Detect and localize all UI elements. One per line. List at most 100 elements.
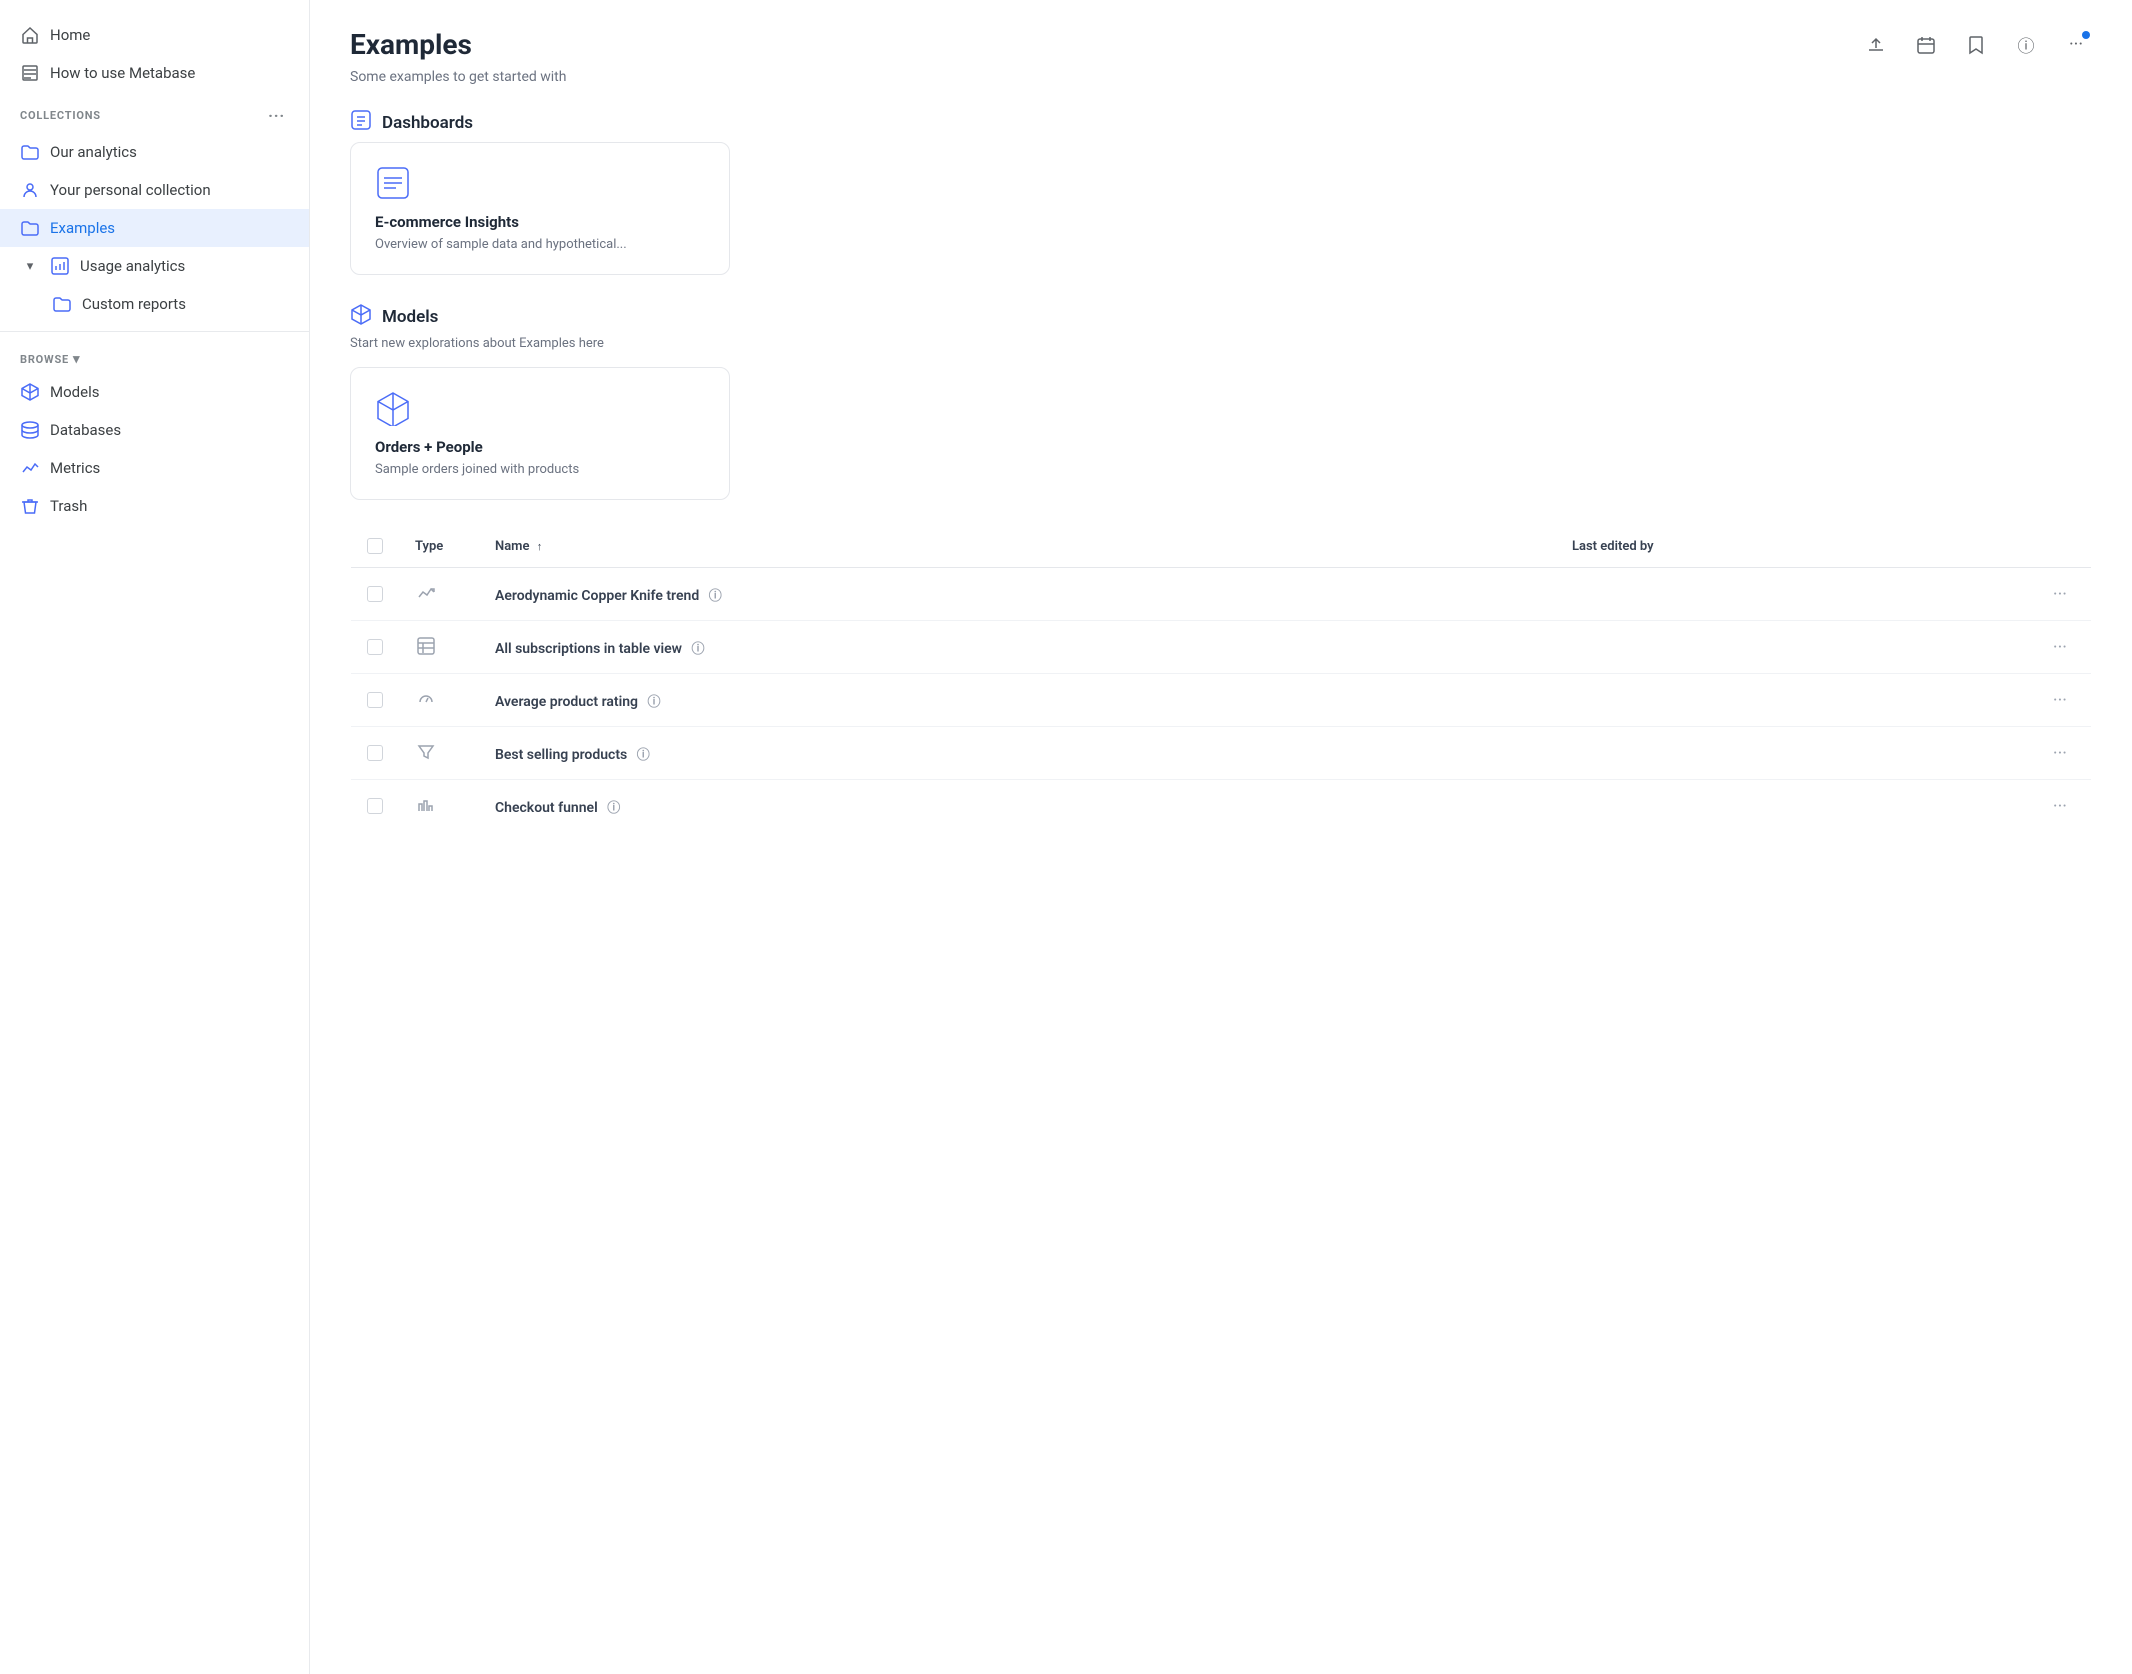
bookmark-button[interactable] — [1960, 29, 1992, 61]
table-row: Aerodynamic Copper Knife trend ⓘ ··· — [351, 568, 2092, 621]
th-lastedit: Last edited by — [1556, 525, 2029, 568]
divider-1 — [0, 331, 309, 332]
sidebar-item-custom-reports-label: Custom reports — [82, 295, 186, 313]
chevron-down-icon: ▾ — [20, 256, 40, 276]
items-table-section: Type Name ↑ Last edited by — [310, 500, 2132, 873]
home-icon — [20, 25, 40, 45]
sidebar-item-personal[interactable]: Your personal collection — [0, 171, 309, 209]
ecommerce-insights-desc: Overview of sample data and hypothetical… — [375, 237, 705, 252]
trash-icon — [20, 496, 40, 516]
sidebar-item-trash[interactable]: Trash — [0, 487, 309, 525]
trend-icon — [415, 582, 437, 604]
row-more-button-2[interactable]: ··· — [2045, 633, 2075, 662]
row-more-button-3[interactable]: ··· — [2045, 686, 2075, 715]
row-checkbox-2[interactable] — [367, 639, 383, 655]
more-icon: ··· — [2069, 34, 2083, 55]
info-icon: ⓘ — [2018, 32, 2035, 57]
sidebar-item-how-to-use[interactable]: How to use Metabase — [0, 54, 309, 92]
row-checkbox-4[interactable] — [367, 745, 383, 761]
sidebar-item-metrics-label: Metrics — [50, 459, 100, 477]
row-info-icon-2[interactable]: ⓘ — [691, 642, 704, 657]
sidebar-item-examples[interactable]: Examples — [0, 209, 309, 247]
calendar-button[interactable] — [1910, 29, 1942, 61]
bookmark-icon — [1966, 35, 1986, 55]
row-type-cell-2 — [399, 621, 479, 674]
row-type-cell-4 — [399, 727, 479, 780]
th-checkbox — [351, 525, 400, 568]
info-button[interactable]: ⓘ — [2010, 29, 2042, 61]
notification-dot — [2082, 31, 2090, 39]
row-type-cell-1 — [399, 568, 479, 621]
main-content: Examples ⓘ — [310, 0, 2132, 1674]
row-actions-cell-1: ··· — [2029, 568, 2092, 621]
sidebar-item-metrics[interactable]: Metrics — [0, 449, 309, 487]
row-more-button-1[interactable]: ··· — [2045, 580, 2075, 609]
sidebar-item-databases[interactable]: Databases — [0, 411, 309, 449]
row-type-cell-3 — [399, 674, 479, 727]
orders-cube-icon — [375, 390, 411, 426]
sidebar-item-trash-label: Trash — [50, 497, 87, 515]
sidebar-item-our-analytics[interactable]: Our analytics — [0, 133, 309, 171]
row-more-button-5[interactable]: ··· — [2045, 792, 2075, 821]
ecommerce-insights-card[interactable]: E-commerce Insights Overview of sample d… — [350, 142, 730, 275]
th-name[interactable]: Name ↑ — [479, 525, 1556, 568]
row-checkbox-cell-3 — [351, 674, 400, 727]
row-info-icon-5[interactable]: ⓘ — [607, 801, 620, 816]
row-name-cell-3: Average product rating ⓘ — [479, 674, 1556, 727]
row-type-cell-5 — [399, 780, 479, 833]
sidebar-item-models[interactable]: Models — [0, 373, 309, 411]
sidebar-item-personal-label: Your personal collection — [50, 181, 211, 199]
th-actions — [2029, 525, 2092, 568]
row-info-icon-1[interactable]: ⓘ — [709, 589, 722, 604]
analytics-icon — [50, 256, 70, 276]
sidebar-item-usage-analytics[interactable]: ▾ Usage analytics — [0, 247, 309, 285]
row-checkbox-cell-4 — [351, 727, 400, 780]
row-checkbox-1[interactable] — [367, 586, 383, 602]
dashboards-icon — [350, 109, 372, 136]
page-title: Examples — [350, 28, 472, 61]
collections-more-button[interactable]: ··· — [264, 104, 289, 127]
orders-people-desc: Sample orders joined with products — [375, 462, 705, 477]
sidebar-item-custom-reports[interactable]: Custom reports — [0, 285, 309, 323]
row-lastedit-cell-4 — [1556, 727, 2029, 780]
models-section-subtitle: Start new explorations about Examples he… — [350, 336, 2092, 351]
models-section: Models Start new explorations about Exam… — [310, 275, 2132, 500]
row-name-cell-5: Checkout funnel ⓘ — [479, 780, 1556, 833]
more-button[interactable]: ··· — [2060, 29, 2092, 61]
select-all-checkbox[interactable] — [367, 538, 383, 554]
row-lastedit-cell-2 — [1556, 621, 2029, 674]
funnel-icon — [415, 741, 437, 763]
th-type: Type — [399, 525, 479, 568]
row-info-icon-3[interactable]: ⓘ — [648, 695, 661, 710]
person-folder-icon — [20, 180, 40, 200]
row-lastedit-cell-5 — [1556, 780, 2029, 833]
table-row: Checkout funnel ⓘ ··· — [351, 780, 2092, 833]
browse-header[interactable]: BROWSE ▾ — [0, 340, 309, 373]
sort-arrow-icon: ↑ — [537, 540, 543, 553]
main-subtitle: Some examples to get started with — [310, 61, 2132, 85]
table-row: Average product rating ⓘ ··· — [351, 674, 2092, 727]
table-row: All subscriptions in table view ⓘ ··· — [351, 621, 2092, 674]
folder-icon — [20, 142, 40, 162]
row-more-button-4[interactable]: ··· — [2045, 739, 2075, 768]
items-table: Type Name ↑ Last edited by — [350, 524, 2092, 833]
orders-people-card[interactable]: Orders + People Sample orders joined wit… — [350, 367, 730, 500]
upload-button[interactable] — [1860, 29, 1892, 61]
orders-people-title: Orders + People — [375, 438, 705, 456]
sidebar: Home How to use Metabase COLLECTIONS ···… — [0, 0, 310, 1674]
row-checkbox-3[interactable] — [367, 692, 383, 708]
sidebar-item-home[interactable]: Home — [0, 16, 309, 54]
row-name-cell-4: Best selling products ⓘ — [479, 727, 1556, 780]
dashboards-section: Dashboards E-commerce Insights Overview … — [310, 85, 2132, 275]
row-lastedit-cell-3 — [1556, 674, 2029, 727]
models-section-title: Models — [350, 303, 2092, 330]
sidebar-item-our-analytics-label: Our analytics — [50, 143, 137, 161]
row-checkbox-5[interactable] — [367, 798, 383, 814]
header-actions: ⓘ ··· — [1860, 29, 2092, 61]
collections-header: COLLECTIONS ··· — [0, 92, 309, 133]
row-info-icon-4[interactable]: ⓘ — [637, 748, 650, 763]
upload-icon — [1866, 35, 1886, 55]
row-actions-cell-5: ··· — [2029, 780, 2092, 833]
folder-blue-icon — [20, 218, 40, 238]
row-name-cell-1: Aerodynamic Copper Knife trend ⓘ — [479, 568, 1556, 621]
